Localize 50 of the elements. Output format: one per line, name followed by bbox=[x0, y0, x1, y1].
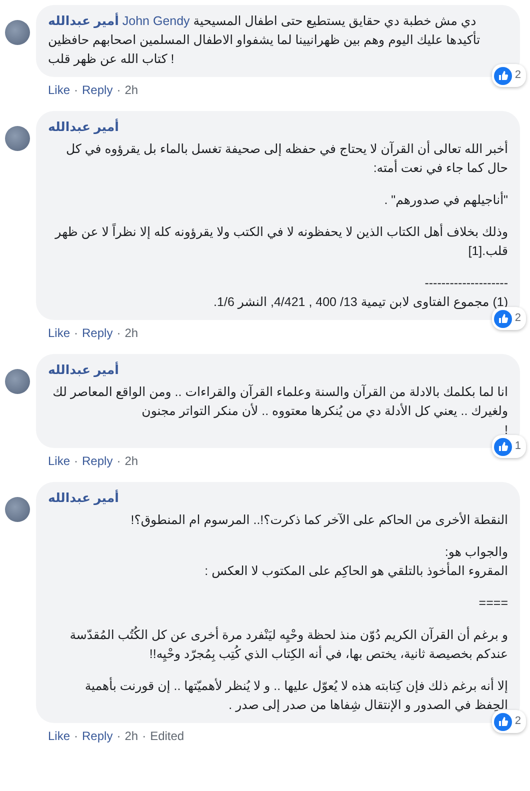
author-link[interactable]: أمير عبدالله bbox=[48, 361, 508, 380]
separator-dot: · bbox=[74, 729, 78, 743]
timestamp[interactable]: 2h bbox=[124, 729, 138, 743]
separator-dot: · bbox=[116, 454, 121, 468]
separator-dot: · bbox=[116, 326, 121, 340]
author-link[interactable]: أمير عبدالله bbox=[48, 14, 119, 28]
comment-text: وذلك بخلاف أهل الكتاب الذين لا يحفظونه لا في الكتب ولا يقرؤونه كله إلا نظراً لا عن ظهر قلب.[1] bbox=[54, 223, 508, 260]
comment-text: والجواب هو: المقروء المأخوذ بالتلقي هو الحاكِم على المكتوب لا العكس : bbox=[204, 544, 508, 580]
separator-dot: · bbox=[74, 83, 78, 97]
timestamp[interactable]: 2h bbox=[124, 83, 138, 97]
mention-link[interactable]: John Gendy bbox=[122, 14, 190, 28]
edited-label[interactable]: Edited bbox=[150, 729, 184, 743]
comment-text: النقطة الأخرى من الحاكم على الآخر كما ذكرت؟!.. المرسوم ام المنطوق؟! bbox=[130, 511, 508, 529]
thumbs-up-icon bbox=[494, 712, 512, 730]
reaction-count: 2 bbox=[514, 311, 521, 326]
separator-dot: · bbox=[74, 454, 78, 468]
like-link[interactable]: Like bbox=[48, 83, 70, 97]
author-link[interactable]: أمير عبدالله bbox=[48, 489, 508, 508]
reaction-count: 1 bbox=[514, 439, 521, 454]
reply-link[interactable]: Reply bbox=[82, 454, 113, 468]
like-link[interactable]: Like bbox=[48, 454, 70, 468]
reaction-badge[interactable]: 2 bbox=[492, 64, 526, 87]
thumbs-up-icon bbox=[494, 438, 512, 456]
comment-text: و برغم أن القرآن الكريم دُوّن منذ لحظة وحْيِه ليَنْفرد مرة أخرى عن كل الكُتُب المُقدّسة عندكم بخصيصة ثانية، يختص بها، في أنه الكِتاب الذي كُتِب بِمُجرّد وحْيِه!! bbox=[68, 626, 508, 664]
reply-link[interactable]: Reply bbox=[82, 83, 113, 97]
comment-text: أخبر الله تعالى أن القرآن لا يحتاج في حفظه إلى صحيفة تغسل بالماء بل يقرؤوه في كل حال كما جاء في نعت أمته: bbox=[64, 140, 508, 177]
like-link[interactable]: Like bbox=[48, 326, 70, 340]
like-link[interactable]: Like bbox=[48, 729, 70, 743]
reply-link[interactable]: Reply bbox=[82, 729, 113, 743]
author-link[interactable]: أمير عبدالله bbox=[48, 118, 508, 137]
avatar[interactable] bbox=[5, 369, 30, 394]
reaction-badge[interactable]: 2 bbox=[492, 307, 526, 330]
thumbs-up-icon bbox=[494, 310, 512, 328]
timestamp[interactable]: 2h bbox=[124, 326, 138, 340]
avatar[interactable] bbox=[5, 497, 30, 522]
thumbs-up-icon bbox=[494, 66, 512, 84]
reaction-badge[interactable]: 1 bbox=[492, 435, 526, 458]
reply-link[interactable]: Reply bbox=[82, 326, 113, 340]
separator-dot: · bbox=[116, 83, 121, 97]
reaction-count: 2 bbox=[514, 68, 521, 83]
reaction-badge[interactable]: 2 bbox=[492, 710, 526, 733]
avatar[interactable] bbox=[5, 126, 30, 151]
timestamp[interactable]: 2h bbox=[124, 454, 138, 468]
reaction-count: 2 bbox=[514, 714, 521, 729]
separator-dot: · bbox=[116, 729, 121, 743]
comment-text: ==== bbox=[478, 595, 508, 612]
separator-dot: · bbox=[142, 729, 146, 743]
separator-dot: · bbox=[74, 326, 78, 340]
comment-text: "أناجيلهم في صدورهم" . bbox=[383, 191, 508, 209]
avatar[interactable] bbox=[5, 20, 30, 45]
